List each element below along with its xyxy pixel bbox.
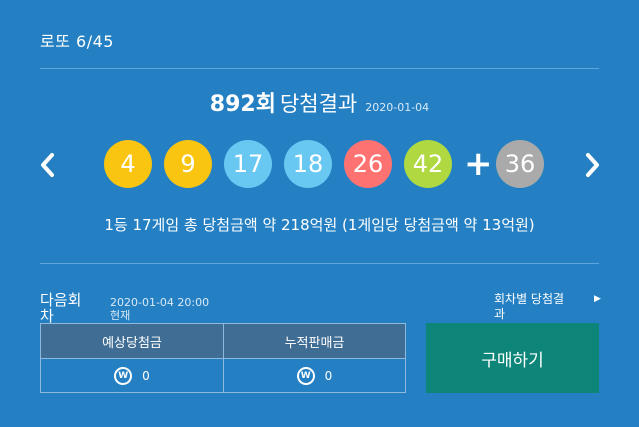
- app-title: 로또 6/45: [40, 32, 114, 51]
- next-round-label: 다음회차: [40, 291, 82, 325]
- prev-round-button[interactable]: [38, 150, 58, 180]
- winning-ball-2: 9: [164, 140, 212, 188]
- next-round-button[interactable]: [582, 150, 602, 180]
- won-icon: W: [296, 367, 315, 385]
- winning-ball-1: 4: [104, 140, 152, 188]
- middle-divider: [40, 263, 599, 264]
- winning-ball-5: 26: [344, 140, 392, 188]
- triangle-right-icon: ▶: [594, 294, 601, 304]
- won-icon: W: [114, 367, 133, 385]
- chevron-right-icon: [586, 153, 599, 177]
- draw-result-label: 당첨결과: [279, 92, 358, 116]
- winning-ball-4: 18: [284, 140, 332, 188]
- round-history-label: 회차별 당첨결과: [494, 292, 565, 321]
- bonus-ball: 36: [496, 140, 544, 188]
- chevron-left-icon: [41, 153, 54, 177]
- expected-prize-value: 0: [142, 369, 150, 383]
- plus-sign: +: [464, 144, 493, 184]
- winning-ball-6: 42: [404, 140, 452, 188]
- round-history-link[interactable]: 회차별 당첨결과 ▶: [494, 292, 604, 322]
- next-round-datetime: 2020-01-04 20:00 현재: [110, 296, 210, 322]
- expected-prize-cell: W0: [41, 359, 223, 393]
- draw-title: 892회 당첨결과 2020-01-04: [0, 86, 639, 118]
- cumulative-sales-header: 누적판매금: [224, 324, 405, 358]
- prize-info-table: 예상당첨금 누적판매금 W0 W0: [40, 323, 406, 393]
- winning-ball-3: 17: [224, 140, 272, 188]
- cumulative-sales-cell: W0: [224, 359, 405, 393]
- buy-button[interactable]: 구매하기: [426, 323, 599, 393]
- expected-prize-header: 예상당첨금: [41, 324, 223, 358]
- prize-summary: 1등 17게임 총 당첨금액 약 218억원 (1게임당 당첨금액 약 13억원…: [104, 216, 535, 234]
- cumulative-sales-value: 0: [324, 369, 333, 383]
- draw-round: 892회: [209, 92, 276, 117]
- draw-date: 2020-01-04: [365, 101, 430, 114]
- top-divider: [40, 68, 599, 69]
